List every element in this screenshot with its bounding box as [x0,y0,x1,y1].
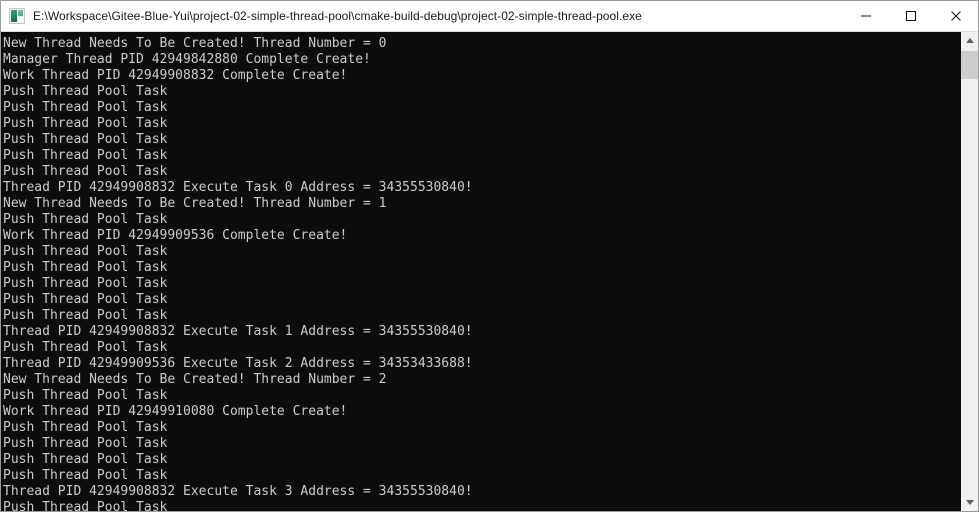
close-button[interactable] [933,1,978,31]
console-line: Thread PID 42949908832 Execute Task 1 Ad… [3,324,473,339]
console-line: Push Thread Pool Task [3,436,168,451]
minimize-icon [860,15,871,17]
console-line: New Thread Needs To Be Created! Thread N… [3,36,387,51]
vertical-scrollbar[interactable] [960,32,978,511]
console-line: Push Thread Pool Task [3,308,168,323]
scrollbar-track[interactable] [961,49,978,494]
console-line: Manager Thread PID 42949842880 Complete … [3,52,371,67]
console-line: Push Thread Pool Task [3,260,168,275]
console-body: New Thread Needs To Be Created! Thread N… [1,32,978,511]
chevron-down-icon [965,500,974,505]
console-line: Push Thread Pool Task [3,116,168,131]
console-line: Work Thread PID 42949908832 Complete Cre… [3,68,348,83]
console-line: Push Thread Pool Task [3,100,168,115]
maximize-button[interactable] [888,1,933,31]
close-icon [950,11,961,21]
console-line: Push Thread Pool Task [3,500,168,511]
chevron-up-icon [965,38,974,43]
console-line: Push Thread Pool Task [3,340,168,355]
console-line: New Thread Needs To Be Created! Thread N… [3,196,387,211]
window-controls [843,1,978,31]
maximize-icon [905,11,916,21]
window-title: E:\Workspace\Gitee-Blue-Yui\project-02-s… [33,9,642,23]
console-line: Push Thread Pool Task [3,84,168,99]
console-app-icon [9,8,25,24]
console-line: Push Thread Pool Task [3,420,168,435]
console-line: Push Thread Pool Task [3,244,168,259]
console-line: Push Thread Pool Task [3,132,168,147]
console-line: Push Thread Pool Task [3,452,168,467]
console-line: Push Thread Pool Task [3,388,168,403]
console-line: Push Thread Pool Task [3,276,168,291]
console-line: Thread PID 42949908832 Execute Task 3 Ad… [3,484,473,499]
console-window: E:\Workspace\Gitee-Blue-Yui\project-02-s… [0,0,979,512]
console-line: Push Thread Pool Task [3,212,168,227]
console-line: Push Thread Pool Task [3,148,168,163]
console-line: Thread PID 42949909536 Execute Task 2 Ad… [3,356,473,371]
console-right-gutter [950,32,955,511]
console-line: Push Thread Pool Task [3,164,168,179]
console-line: Push Thread Pool Task [3,468,168,483]
scroll-down-button[interactable] [961,494,978,511]
console-line: Work Thread PID 42949909536 Complete Cre… [3,228,348,243]
console-line: Push Thread Pool Task [3,292,168,307]
console-line: New Thread Needs To Be Created! Thread N… [3,372,387,387]
console-output[interactable]: New Thread Needs To Be Created! Thread N… [1,32,950,511]
minimize-button[interactable] [843,1,888,31]
console-line: Work Thread PID 42949910080 Complete Cre… [3,404,348,419]
title-bar[interactable]: E:\Workspace\Gitee-Blue-Yui\project-02-s… [1,1,978,32]
scroll-up-button[interactable] [961,32,978,49]
scrollbar-thumb[interactable] [961,51,978,79]
console-line: Thread PID 42949908832 Execute Task 0 Ad… [3,180,473,195]
